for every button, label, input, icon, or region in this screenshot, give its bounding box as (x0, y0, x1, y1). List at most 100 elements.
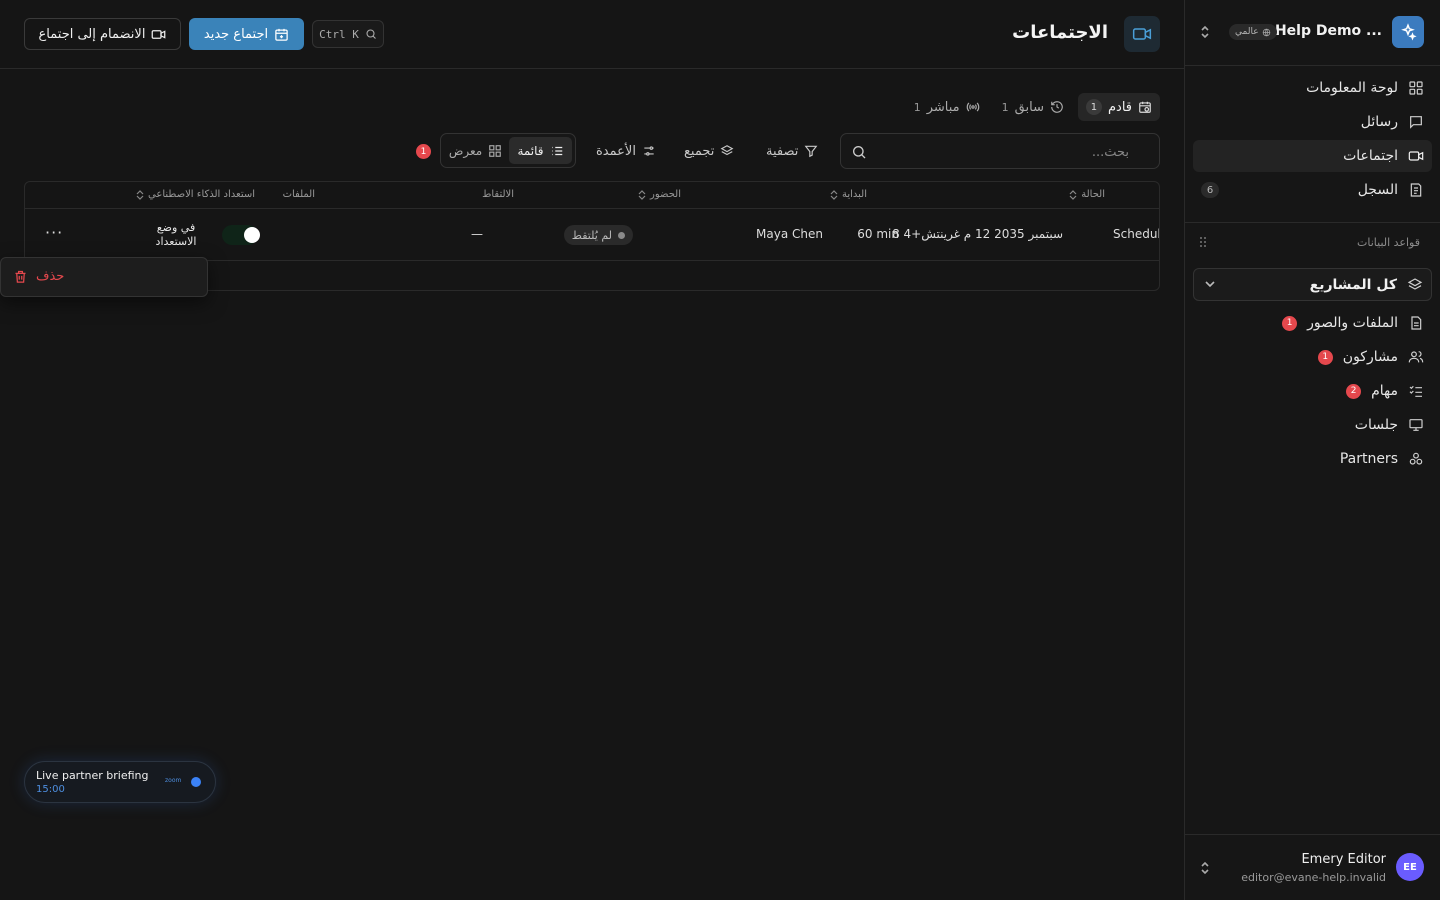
column-header-label: استعداد الذكاء الاصطناعي (148, 189, 255, 200)
project-select-value: كل المشاريع (1309, 276, 1397, 293)
trash-icon (15, 270, 26, 283)
view-toggle: قائمة معرض (440, 133, 576, 168)
database-nav: الملفات والصور 1 مشاركون 1 مهام 2 جلسات … (1193, 306, 1432, 476)
globe-icon (1262, 28, 1270, 36)
view-gallery-button[interactable]: معرض (444, 137, 507, 164)
video-icon (152, 29, 166, 39)
sidebar-item-label: لوحة المعلومات (1306, 80, 1398, 96)
presentation-icon (1409, 419, 1423, 431)
sort-icon (638, 189, 646, 200)
column-header-attendance[interactable]: الحضور (638, 189, 681, 200)
workspace-scope-badge: عالمي (1229, 24, 1277, 40)
tab-upcoming[interactable]: قادم 1 (1077, 93, 1160, 121)
sort-icon (136, 189, 144, 200)
workspace-name: Help Demo ... (1274, 23, 1382, 39)
sort-icon (1069, 189, 1077, 200)
live-meeting-widget[interactable]: Live partner briefing 15:00 zoom (24, 761, 216, 803)
filter-button[interactable]: تصفية (766, 141, 818, 161)
live-indicator (191, 777, 201, 787)
live-meeting-time: 15:00 (36, 784, 65, 795)
view-list-button[interactable]: قائمة (509, 137, 572, 164)
group-button[interactable]: تجميع (684, 141, 734, 161)
chevron-updown-icon[interactable] (1199, 24, 1211, 40)
toggle-knob (244, 227, 260, 243)
tasks-icon (1409, 385, 1422, 397)
column-header-capture: الالتقاط (482, 189, 514, 200)
new-meeting-label: اجتماع جديد (203, 26, 269, 42)
partners-icon (1409, 452, 1423, 465)
sidebar-item-log[interactable]: السجل 6 (1193, 174, 1432, 206)
log-icon (1410, 183, 1422, 197)
duration-cell: 60 min (857, 227, 899, 241)
chevron-down-icon (1205, 281, 1215, 288)
sidebar-item-partners[interactable]: Partners (1193, 442, 1432, 476)
sidebar-item-label: مشاركون (1342, 349, 1398, 365)
tab-live[interactable]: مباشر 1 (906, 93, 988, 121)
sidebar-item-label: السجل (1357, 182, 1398, 198)
user-menu[interactable]: EE Emery Editor editor@evane-help.invali… (1185, 834, 1440, 900)
column-header-status[interactable]: الحالة (1069, 189, 1105, 200)
video-icon (1124, 16, 1160, 52)
broadcast-icon (966, 102, 979, 112)
main-nav: لوحة المعلومات رسائل اجتماعات السجل 6 (1193, 72, 1432, 208)
sort-icon (830, 189, 838, 200)
columns-label: الأعمدة (596, 143, 636, 159)
avatar: EE (1396, 853, 1424, 881)
tab-label: مباشر (926, 99, 960, 115)
columns-button[interactable]: الأعمدة (596, 141, 656, 161)
sidebar-item-tasks[interactable]: مهام 2 (1193, 374, 1432, 408)
sidebar-item-label: مهام (1371, 383, 1398, 399)
meeting-tabs: قادم 1 سابق 1 مباشر 1 (906, 93, 1160, 121)
live-meeting-title: Live partner briefing (36, 769, 149, 782)
participants-badge: 1 (1317, 349, 1333, 365)
search-box (840, 133, 1160, 169)
capture-status-pill: لم يُلتقط (563, 225, 633, 245)
column-header-label: الحضور (650, 189, 681, 200)
table-row[interactable]: Schedul 8 سبتمبر 2035 12 م غرينتش+4 60 m… (25, 209, 1159, 261)
layers-icon (1407, 277, 1423, 290)
sidebar-item-meetings[interactable]: اجتماعات (1193, 140, 1432, 172)
sidebar-item-files[interactable]: الملفات والصور 1 (1193, 306, 1432, 340)
column-header-label: البداية (841, 189, 867, 200)
tasks-badge: 2 (1346, 383, 1362, 399)
sidebar-item-participants[interactable]: مشاركون 1 (1193, 340, 1432, 374)
sidebar-item-label: جلسات (1354, 417, 1398, 433)
user-email: editor@evane-help.invalid (1241, 871, 1386, 884)
command-search-button[interactable]: Ctrl K (312, 20, 384, 48)
view-list-label: قائمة (517, 143, 544, 158)
row-more-button[interactable]: ··· (45, 223, 63, 242)
page-header: الاجتماعات Ctrl K اجتماع جديد الانضمام إ… (0, 0, 1184, 69)
search-icon (853, 146, 866, 159)
filter-icon (804, 145, 818, 158)
delete-menu-item[interactable]: حذف (13, 269, 64, 284)
tab-past[interactable]: سابق 1 (994, 93, 1072, 121)
capture-status-label: لم يُلتقط (571, 228, 612, 242)
provider-label: zoom (165, 777, 182, 784)
column-header-ai-readiness[interactable]: استعداد الذكاء الاصطناعي (136, 189, 255, 200)
tab-label: سابق (1014, 99, 1044, 115)
file-icon (1411, 316, 1422, 330)
view-gallery-label: معرض (448, 143, 483, 158)
new-meeting-button[interactable]: اجتماع جديد (189, 18, 304, 50)
sidebar-item-messages[interactable]: رسائل (1193, 106, 1432, 138)
message-icon (1410, 116, 1422, 129)
sidebar-divider (1185, 222, 1440, 223)
sidebar-item-dashboard[interactable]: لوحة المعلومات (1193, 72, 1432, 104)
tab-count: 1 (1085, 99, 1102, 115)
workspace-header[interactable]: Help Demo ... عالمي (1185, 0, 1440, 66)
grid-icon (489, 144, 502, 157)
ai-readiness-toggle[interactable] (222, 225, 260, 245)
chevron-updown-icon[interactable] (1199, 860, 1211, 876)
start-date-cell: 8 سبتمبر 2035 12 م غرينتش+4 (892, 227, 1063, 241)
search-input[interactable] (877, 142, 1129, 162)
column-header-label: الملفات (282, 189, 315, 200)
grip-icon[interactable] (1199, 236, 1207, 248)
project-select[interactable]: كل المشاريع (1193, 268, 1432, 301)
sidebar-item-label: رسائل (1360, 114, 1398, 130)
row-context-menu: حذف (0, 257, 208, 297)
sidebar-item-sessions[interactable]: جلسات (1193, 408, 1432, 442)
join-meeting-button[interactable]: الانضمام إلى اجتماع (24, 18, 181, 50)
sidebar-item-label: الملفات والصور (1307, 315, 1398, 331)
column-header-start[interactable]: البداية (830, 189, 867, 200)
user-name: Emery Editor (1301, 852, 1386, 867)
